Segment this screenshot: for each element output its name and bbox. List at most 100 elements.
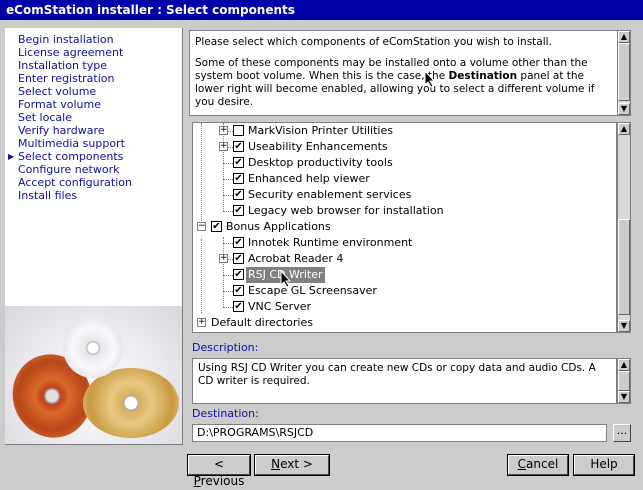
component-checkbox[interactable]: ✔ — [233, 285, 244, 296]
tree-item-label: Default directories — [211, 316, 313, 329]
description-scrollbar[interactable]: ▲ ▼ — [617, 358, 631, 404]
nav-item[interactable]: Configure network — [5, 163, 132, 176]
browse-button[interactable]: ... — [613, 424, 631, 442]
tree-row[interactable]: ✔ Desktop productivity tools — [193, 155, 613, 171]
tree-connector-line — [223, 307, 233, 308]
collapse-icon[interactable]: − — [197, 222, 206, 231]
nav-item-label: Installation type — [18, 59, 107, 72]
cd-artwork — [5, 306, 182, 444]
tree-connector-line — [223, 291, 233, 292]
nav-item-label: Select components — [18, 150, 124, 163]
tree-row[interactable]: − ✔ Bonus Applications — [193, 219, 613, 235]
expand-icon[interactable]: + — [197, 318, 206, 327]
tree-row[interactable]: ✔ Security enablement services — [193, 187, 613, 203]
nav-item[interactable]: Verify hardware — [5, 124, 132, 137]
next-mnemonic: N — [271, 457, 281, 471]
mouse-pointer-icon — [280, 270, 292, 288]
tree-item-label: MarkVision Printer Utilities — [248, 124, 393, 137]
expand-icon[interactable]: + — [219, 142, 228, 151]
tree-scrollbar[interactable]: ▲ ▼ — [617, 122, 631, 333]
mouse-pointer-icon — [424, 70, 436, 88]
window-title: eComStation installer : Select component… — [0, 0, 643, 20]
tree-row[interactable]: ✔ Enhanced help viewer — [193, 171, 613, 187]
scroll-up-button[interactable]: ▲ — [618, 123, 630, 135]
scroll-down-button[interactable]: ▼ — [618, 391, 630, 403]
tree-row[interactable]: ✔ RSJ CD Writer — [193, 267, 613, 283]
tree-item-label: Bonus Applications — [226, 220, 331, 233]
nav-item[interactable]: Installation type — [5, 59, 132, 72]
tree-row[interactable]: + ✔ Acrobat Reader 4 — [193, 251, 613, 267]
scroll-down-button[interactable]: ▼ — [618, 103, 630, 115]
component-checkbox[interactable] — [233, 125, 244, 136]
scroll-up-button[interactable]: ▲ — [618, 359, 630, 371]
nav-item[interactable]: Set locale — [5, 111, 132, 124]
cancel-rest: ancel — [526, 457, 559, 471]
tree-row[interactable]: + MarkVision Printer Utilities — [193, 123, 613, 139]
intro-scrollbar[interactable]: ▲ ▼ — [617, 30, 631, 116]
steps-sidebar: Begin installation License agreement Insta… — [5, 28, 183, 445]
steps-list: Begin installation License agreement Insta… — [5, 33, 132, 202]
scroll-down-button[interactable]: ▼ — [618, 320, 630, 332]
components-tree[interactable]: + MarkVision Printer Utilities + ✔ Useabilit… — [192, 122, 617, 333]
nav-item[interactable]: Begin installation — [5, 33, 132, 46]
tree-item-label: Acrobat Reader 4 — [248, 252, 344, 265]
tree-connector-line — [223, 243, 233, 244]
nav-item[interactable]: License agreement — [5, 46, 132, 59]
component-checkbox[interactable]: ✔ — [233, 301, 244, 312]
nav-item-label: Begin installation — [18, 33, 114, 46]
nav-item-label: Enter registration — [18, 72, 115, 85]
component-checkbox[interactable]: ✔ — [233, 141, 244, 152]
expand-icon[interactable]: + — [219, 254, 228, 263]
cd-disc-gold-image — [83, 368, 179, 438]
component-checkbox[interactable]: ✔ — [211, 221, 222, 232]
tree-item-label: Escape GL Screensaver — [248, 284, 377, 297]
destination-field[interactable]: D:\PROGRAMS\RSJCD — [192, 424, 607, 442]
nav-item[interactable]: Select volume — [5, 85, 132, 98]
intro-line-1: Please select which components of eComSt… — [195, 36, 552, 48]
tree-connector-line — [223, 275, 233, 276]
scroll-thumb[interactable] — [618, 43, 630, 101]
scroll-up-button[interactable]: ▲ — [618, 31, 630, 43]
component-checkbox[interactable]: ✔ — [233, 253, 244, 264]
tree-row[interactable]: + ✔ Useability Enhancements — [193, 139, 613, 155]
nav-item-label: Select volume — [18, 85, 97, 98]
expand-icon[interactable]: + — [219, 126, 228, 135]
nav-item-label: Set locale — [18, 111, 72, 124]
tree-row[interactable]: ✔ Legacy web browser for installation — [193, 203, 613, 219]
nav-item-label: Accept configuration — [18, 176, 132, 189]
nav-item[interactable]: Enter registration — [5, 72, 132, 85]
tree-row[interactable]: ✔ Escape GL Screensaver — [193, 283, 613, 299]
nav-item-label: Verify hardware — [18, 124, 105, 137]
component-checkbox[interactable]: ✔ — [233, 157, 244, 168]
next-button[interactable]: Next > — [254, 454, 330, 476]
cancel-button[interactable]: Cancel — [507, 454, 569, 476]
tree-item-label: Enhanced help viewer — [248, 172, 370, 185]
tree-item-label: Security enablement services — [248, 188, 412, 201]
tree-row[interactable]: ✔ Innotek Runtime environment — [193, 235, 613, 251]
cd-disc-silver-image — [63, 318, 123, 378]
nav-item[interactable]: Install files — [5, 189, 132, 202]
nav-item[interactable]: Multimedia support — [5, 137, 132, 150]
tree-row[interactable]: ✔ VNC Server — [193, 299, 613, 315]
nav-item-label: Format volume — [18, 98, 102, 111]
previous-prefix: < — [213, 457, 225, 471]
nav-item[interactable]: Format volume — [5, 98, 132, 111]
help-button[interactable]: Help — [573, 454, 635, 476]
component-checkbox[interactable]: ✔ — [233, 189, 244, 200]
previous-button[interactable]: < Previous — [187, 454, 251, 488]
component-checkbox[interactable]: ✔ — [233, 173, 244, 184]
nav-item[interactable]: ▶ Select components — [5, 150, 132, 163]
nav-item[interactable]: Accept configuration — [5, 176, 132, 189]
component-checkbox[interactable]: ✔ — [233, 269, 244, 280]
tree-item-label: Legacy web browser for installation — [248, 204, 444, 217]
nav-item-label: License agreement — [18, 46, 124, 59]
description-label: Description: — [192, 341, 259, 354]
tree-connector-line — [223, 211, 233, 212]
component-checkbox[interactable]: ✔ — [233, 237, 244, 248]
component-checkbox[interactable]: ✔ — [233, 205, 244, 216]
tree-row[interactable]: + Default directories — [193, 315, 613, 331]
nav-item-label: Multimedia support — [18, 137, 125, 150]
scroll-thumb[interactable] — [618, 219, 630, 315]
scroll-thumb[interactable] — [618, 371, 630, 391]
description-text: Using RSJ CD Writer you can create new C… — [192, 358, 617, 404]
